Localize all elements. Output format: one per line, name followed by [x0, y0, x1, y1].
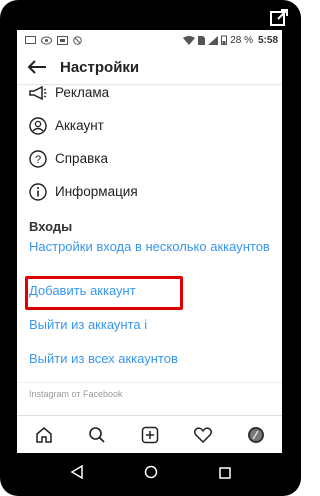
- menu-item-label: Информация: [55, 184, 138, 199]
- section-title-logins: Входы: [29, 218, 73, 234]
- triangle-back-icon: [70, 464, 83, 480]
- home-icon[interactable]: [34, 425, 54, 445]
- menu-item-label: Справка: [55, 151, 108, 166]
- blocked-icon: [73, 35, 82, 45]
- multi-login-settings-link[interactable]: Настройки входа в несколько аккаунтов: [17, 240, 282, 274]
- back-button[interactable]: [23, 57, 51, 77]
- add-post-icon[interactable]: [140, 425, 160, 445]
- menu-item-label: Аккаунт: [55, 118, 104, 133]
- circle-home-icon: [145, 465, 158, 479]
- footer-text: Instagram от Facebook: [17, 382, 282, 405]
- menu-item-label: Реклама: [55, 85, 110, 100]
- search-icon[interactable]: [87, 425, 107, 445]
- settings-list: Реклама Аккаунт ? Справка Информация Вхо…: [17, 76, 282, 376]
- message-icon: [25, 35, 36, 44]
- menu-item-info[interactable]: Информация: [17, 175, 282, 208]
- account-icon: [29, 116, 47, 135]
- megaphone-icon: [29, 84, 47, 102]
- logout-account-link[interactable]: Выйти из аккаунта i: [17, 308, 282, 342]
- heart-icon[interactable]: [193, 425, 213, 445]
- logout-account-username: i: [144, 317, 148, 332]
- system-nav-bar: [0, 453, 301, 496]
- system-recents-button[interactable]: [219, 466, 231, 484]
- signal-icon: [208, 35, 219, 45]
- status-bar: 28 % 5:58: [17, 30, 282, 50]
- menu-item-account[interactable]: Аккаунт: [17, 109, 282, 142]
- system-back-button[interactable]: [70, 464, 84, 484]
- logout-all-link[interactable]: Выйти из всех аккаунтов: [17, 342, 282, 376]
- highlight-frame: [25, 276, 183, 310]
- clock: 5:58: [257, 34, 278, 46]
- arrow-left-icon: [27, 60, 46, 74]
- page-title: Настройки: [60, 58, 140, 76]
- wifi-icon: [183, 35, 196, 45]
- phone-frame: 28 % 5:58 Настройки Реклама Аккаунт ? Сп…: [0, 0, 301, 496]
- sim-icon: [198, 35, 206, 45]
- system-home-button[interactable]: [144, 465, 158, 484]
- screen: 28 % 5:58 Настройки Реклама Аккаунт ? Сп…: [17, 30, 282, 453]
- menu-item-help[interactable]: ? Справка: [17, 142, 282, 175]
- battery-percent: 28 %: [230, 34, 253, 46]
- external-link-icon[interactable]: [269, 8, 289, 28]
- svg-text:?: ?: [35, 154, 41, 166]
- cast-icon: [57, 35, 68, 45]
- battery-icon: [221, 35, 228, 45]
- logout-account-label: Выйти из аккаунта: [29, 317, 141, 332]
- info-icon: [29, 182, 47, 201]
- menu-item-ads[interactable]: Реклама: [17, 76, 282, 109]
- eye-icon: [41, 36, 52, 44]
- help-icon: ?: [29, 149, 47, 168]
- bottom-nav: [17, 415, 282, 453]
- square-recents-icon: [219, 466, 231, 479]
- profile-avatar-icon[interactable]: [246, 425, 266, 445]
